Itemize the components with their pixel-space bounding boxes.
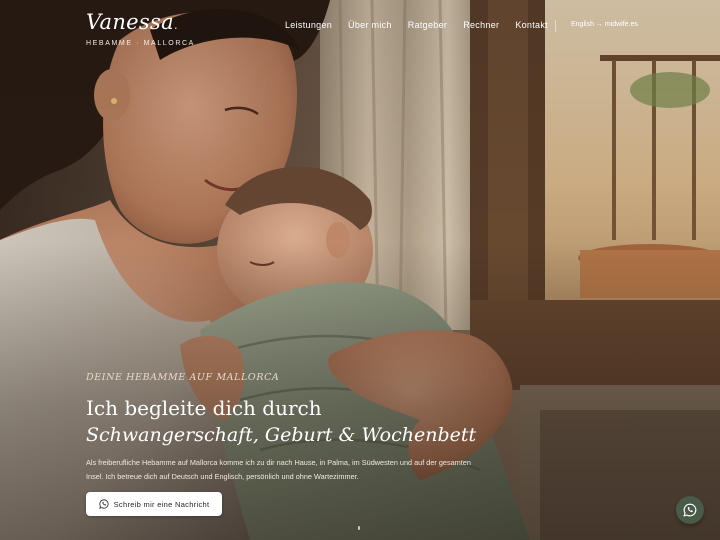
hero-headline: Ich begleite dich durch Schwangerschaft,… xyxy=(86,395,486,449)
site-header: Vanessa. HEBAMME · MALLORCA Leistungen Ü… xyxy=(0,0,720,60)
main-nav: Leistungen Über mich Ratgeber Rechner Ko… xyxy=(285,20,548,30)
whatsapp-icon xyxy=(683,503,697,517)
hero-headline-line1: Ich begleite dich durch xyxy=(86,396,322,420)
floating-whatsapp-button[interactable] xyxy=(676,496,704,524)
whatsapp-icon xyxy=(98,499,109,509)
hero-headline-line2: Schwangerschaft, Geburt & Wochenbett xyxy=(86,424,477,446)
nav-ueber-mich[interactable]: Über mich xyxy=(348,20,392,30)
hero-lead-text: Als freiberufliche Hebamme auf Mallorca … xyxy=(86,458,471,481)
hero-section: Vanessa. HEBAMME · MALLORCA Leistungen Ü… xyxy=(0,0,720,540)
nav-leistungen[interactable]: Leistungen xyxy=(285,20,332,30)
nav-divider xyxy=(555,20,556,32)
brand-name: Vanessa. xyxy=(86,10,179,34)
scroll-indicator xyxy=(358,526,360,530)
brand-tagline: HEBAMME · MALLORCA xyxy=(86,40,195,47)
nav-kontakt[interactable]: Kontakt xyxy=(515,20,548,30)
brand-dot-icon: . xyxy=(173,18,179,32)
hero-eyebrow: Deine Hebamme auf Mallorca xyxy=(86,372,280,383)
hero-copy: Deine Hebamme auf Mallorca Ich begleite … xyxy=(86,372,486,484)
nav-rechner[interactable]: Rechner xyxy=(463,20,499,30)
cta-label: Schreib mir eine Nachricht xyxy=(113,499,210,509)
whatsapp-message-button[interactable]: Schreib mir eine Nachricht xyxy=(86,492,222,516)
language-switch-link[interactable]: English → midwife.es xyxy=(571,21,638,28)
brand-logo[interactable]: Vanessa. HEBAMME · MALLORCA xyxy=(86,9,195,47)
nav-ratgeber[interactable]: Ratgeber xyxy=(408,20,447,30)
